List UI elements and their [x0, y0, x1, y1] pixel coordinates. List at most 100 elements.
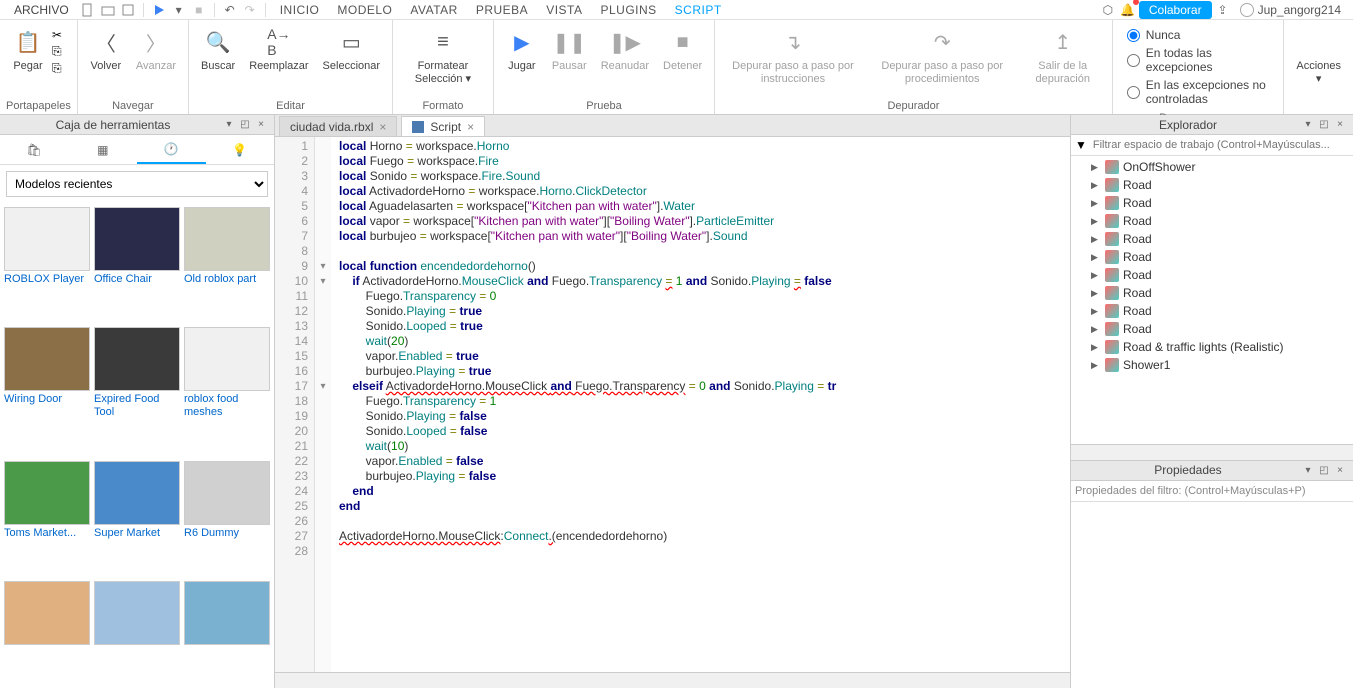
paste-button[interactable]: 📋 Pegar [6, 24, 50, 75]
tree-item[interactable]: ▶Road [1071, 302, 1353, 320]
fold-gutter[interactable]: ▾▾▾ [315, 137, 331, 672]
horizontal-scrollbar[interactable] [275, 672, 1070, 688]
explorer-hscroll[interactable] [1071, 444, 1353, 460]
close-icon[interactable]: × [467, 120, 474, 134]
collaborate-button[interactable]: Colaborar [1139, 1, 1212, 19]
popout-icon[interactable]: ◰ [238, 118, 252, 132]
pause-button[interactable]: ❚❚Pausar [546, 24, 593, 75]
play-icon[interactable] [150, 1, 168, 19]
radio-all[interactable]: En todas las excepciones [1127, 46, 1270, 74]
format-button[interactable]: ≡Formatear Selección ▾ [399, 24, 487, 88]
find-button[interactable]: 🔍Buscar [195, 24, 241, 75]
undo-icon[interactable]: ↶ [221, 1, 239, 19]
copy-icon[interactable]: ⎘ [52, 44, 62, 59]
file-menu[interactable]: ARCHIVO [6, 3, 77, 17]
tab-creations[interactable]: 💡 [206, 135, 275, 164]
tree-item[interactable]: ▶Road [1071, 320, 1353, 338]
tree-item[interactable]: ▶Shower1 [1071, 356, 1353, 374]
tree-item[interactable]: ▶Road [1071, 248, 1353, 266]
toolbox-item[interactable]: Super Market [94, 461, 180, 577]
close-icon[interactable]: × [1333, 118, 1347, 132]
radio-unhandled[interactable]: En las excepciones no controladas [1127, 78, 1270, 106]
menu-prueba[interactable]: PRUEBA [468, 3, 536, 17]
replace-button[interactable]: A→BReemplazar [243, 24, 314, 75]
updates-icon[interactable]: ⬡ [1099, 1, 1117, 19]
explorer-filter-input[interactable] [1091, 137, 1349, 153]
menu-script[interactable]: SCRIPT [667, 3, 730, 17]
toolbox-grid: ROBLOX PlayerOffice ChairOld roblox part… [0, 203, 274, 688]
redo-icon[interactable]: ↷ [241, 1, 259, 19]
toolbox-item[interactable]: Toms Market... [4, 461, 90, 577]
code-editor[interactable]: 1234567891011121314151617181920212223242… [275, 137, 1070, 672]
open-icon[interactable] [99, 1, 117, 19]
toolbox-item[interactable] [184, 581, 270, 684]
toolbox-item[interactable]: ROBLOX Player [4, 207, 90, 323]
explorer-tree[interactable]: ▶OnOffShower▶Road▶Road▶Road▶Road▶Road▶Ro… [1071, 156, 1353, 444]
close-icon[interactable]: × [379, 120, 386, 134]
toolbox-item[interactable]: Wiring Door [4, 327, 90, 456]
toolbox-item[interactable]: R6 Dummy [184, 461, 270, 577]
tree-item[interactable]: ▶Road [1071, 194, 1353, 212]
menu-vista[interactable]: VISTA [538, 3, 590, 17]
resume-button[interactable]: ❚▶Reanudar [595, 24, 655, 75]
code-area[interactable]: local Horno = workspace.Hornolocal Fuego… [331, 137, 1070, 672]
menu-inicio[interactable]: INICIO [272, 3, 328, 17]
stepover-button[interactable]: ↷Depurar paso a paso por procedimientos [867, 24, 1018, 88]
stepout-button[interactable]: ↥Salir de la depuración [1020, 24, 1106, 88]
toolbox-item[interactable] [94, 581, 180, 684]
forward-button[interactable]: 〉Avanzar [130, 24, 182, 75]
actions-button[interactable]: Acciones ▾ [1290, 24, 1347, 88]
save-icon[interactable] [119, 1, 137, 19]
toolbox-item[interactable]: Old roblox part [184, 207, 270, 323]
popout-icon[interactable]: ◰ [1317, 463, 1331, 477]
category-select[interactable]: Modelos recientes [6, 171, 268, 197]
tab-script[interactable]: Script× [401, 116, 485, 136]
tab-marketplace[interactable]: 🛍 [0, 135, 69, 164]
ribbon-group-clipboard: 📋 Pegar ✂ ⎘ ⎘ Portapapeles [0, 20, 78, 114]
user-menu[interactable]: Jup_angorg214 [1234, 3, 1347, 17]
play-dropdown-icon[interactable]: ▾ [170, 1, 188, 19]
dropdown-icon[interactable]: ▾ [1301, 118, 1315, 132]
stop-button[interactable]: ■Detener [657, 24, 708, 75]
dropdown-icon[interactable]: ▾ [222, 118, 236, 132]
notifications-icon[interactable]: 🔔 [1119, 1, 1137, 19]
tab-inventory[interactable]: ▦ [69, 135, 138, 164]
properties-filter[interactable]: Propiedades del filtro: (Control+Mayúscu… [1071, 481, 1353, 502]
dup-icon[interactable]: ⎘ [52, 61, 62, 76]
dropdown-icon[interactable]: ▾ [1301, 463, 1315, 477]
divider [265, 3, 266, 17]
tree-item[interactable]: ▶Road [1071, 212, 1353, 230]
tab-place[interactable]: ciudad vida.rbxl× [279, 116, 397, 136]
menu-plugins[interactable]: PLUGINS [592, 3, 664, 17]
toolbox-item[interactable]: roblox food meshes [184, 327, 270, 456]
back-button[interactable]: 〈Volver [84, 24, 128, 75]
stop-icon[interactable]: ■ [190, 1, 208, 19]
tree-item[interactable]: ▶Road & traffic lights (Realistic) [1071, 338, 1353, 356]
menu-avatar[interactable]: AVATAR [402, 3, 465, 17]
toolbox-item[interactable]: Expired Food Tool [94, 327, 180, 456]
stepinto-button[interactable]: ↴Depurar paso a paso por instrucciones [721, 24, 865, 88]
tree-item[interactable]: ▶Road [1071, 230, 1353, 248]
radio-never[interactable]: Nunca [1127, 28, 1270, 42]
editor-tabs: ciudad vida.rbxl× Script× [275, 115, 1070, 137]
play-button[interactable]: ▶Jugar [500, 24, 544, 75]
tree-item[interactable]: ▶Road [1071, 266, 1353, 284]
toolbox-item[interactable] [4, 581, 90, 684]
tab-recent[interactable]: 🕐 [137, 135, 206, 164]
editor-panel: ciudad vida.rbxl× Script× 12345678910111… [275, 115, 1070, 688]
new-icon[interactable] [79, 1, 97, 19]
popout-icon[interactable]: ◰ [1317, 118, 1331, 132]
close-icon[interactable]: × [1333, 463, 1347, 477]
properties-header: Propiedades ▾ ◰ × [1071, 461, 1353, 481]
share-icon[interactable]: ⇪ [1214, 1, 1232, 19]
tree-item[interactable]: ▶OnOffShower [1071, 158, 1353, 176]
filter-icon[interactable]: ▼ [1075, 138, 1087, 152]
select-button[interactable]: ▭Seleccionar [317, 24, 386, 75]
toolbox-item[interactable]: Office Chair [94, 207, 180, 323]
menu-modelo[interactable]: MODELO [329, 3, 400, 17]
group-label: Formato [399, 98, 487, 112]
tree-item[interactable]: ▶Road [1071, 176, 1353, 194]
close-icon[interactable]: × [254, 118, 268, 132]
cut-icon[interactable]: ✂ [52, 28, 62, 42]
tree-item[interactable]: ▶Road [1071, 284, 1353, 302]
